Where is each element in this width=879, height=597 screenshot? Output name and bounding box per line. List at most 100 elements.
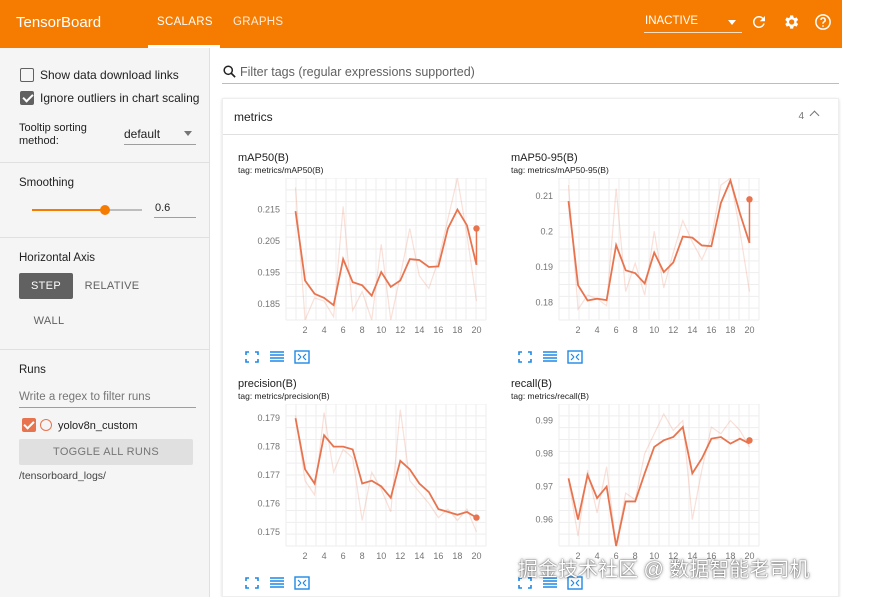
last-value-point	[473, 514, 480, 521]
y-tick-label: 0.176	[257, 498, 280, 508]
tooltip-sorting-label: Tooltip sorting	[19, 122, 87, 134]
fullscreen-icon[interactable]	[244, 576, 260, 590]
slider-knob[interactable]	[99, 205, 110, 215]
x-tick-label: 20	[744, 325, 754, 335]
log-scale-icon[interactable]	[542, 350, 558, 364]
x-tick-label: 8	[360, 551, 365, 561]
category-name: metrics	[234, 110, 273, 124]
x-tick-label: 18	[452, 325, 462, 335]
axis-step-button[interactable]: STEP	[19, 273, 73, 299]
category-count: 4	[798, 111, 804, 122]
sidebar-divider	[0, 349, 210, 350]
show-download-links-option[interactable]: Show data download links	[20, 68, 179, 82]
x-tick-label: 16	[433, 325, 443, 335]
tab-graphs[interactable]: GRAPHS	[233, 16, 283, 28]
x-tick-label: 2	[303, 551, 308, 561]
run-color-icon	[40, 419, 52, 431]
y-tick-label: 0.21	[535, 191, 553, 201]
y-tick-label: 0.2	[540, 226, 553, 236]
x-tick-label: 10	[649, 325, 659, 335]
chevron-down-icon	[184, 131, 192, 136]
smoothing-label: Smoothing	[19, 177, 74, 189]
x-tick-label: 18	[725, 325, 735, 335]
y-tick-label: 0.99	[535, 416, 553, 426]
chart-precision[interactable]: 0.179 0.178 0.177 0.176 0.175 2 4 6 8 10 12 14 16 18 2…	[238, 404, 498, 574]
data-location-select[interactable]: INACTIVE	[644, 12, 742, 33]
log-directory: /tensorboard_logs/	[19, 470, 106, 482]
x-tick-label: 14	[414, 551, 424, 561]
help-icon[interactable]	[814, 13, 832, 31]
y-tick-label: 0.97	[535, 482, 553, 492]
chart-recall[interactable]: 0.990.980.970.962 4 6 8 10 12 14 16 18 20	[511, 404, 771, 574]
chart-map50-95[interactable]: 0.21 0.2 0.19 0.18 2 4 6 8 10 12 14 16 18 20	[511, 178, 771, 348]
x-tick-label: 4	[322, 551, 327, 561]
chart-title: mAP50-95(B)	[511, 152, 578, 164]
chart-tag: tag: metrics/precision(B)	[238, 391, 330, 401]
gear-icon[interactable]	[782, 13, 800, 31]
x-tick-label: 16	[433, 551, 443, 561]
run-checkbox[interactable]	[22, 418, 36, 432]
chart-card-precision: precision(B) tag: metrics/precision(B) 0…	[238, 378, 498, 597]
toggle-all-runs-button[interactable]: TOGGLE ALL RUNS	[19, 439, 193, 465]
x-tick-label: 6	[341, 551, 346, 561]
smoothing-slider[interactable]	[32, 205, 142, 215]
y-tick-label: 0.19	[535, 262, 553, 272]
slider-fill	[32, 209, 105, 211]
fit-domain-icon[interactable]	[294, 576, 310, 590]
x-tick-label: 4	[322, 325, 327, 335]
ignore-outliers-checkbox[interactable]	[20, 91, 34, 105]
tag-filter-input[interactable]: Filter tags (regular expressions support…	[222, 62, 839, 84]
show-download-checkbox[interactable]	[20, 68, 34, 82]
chart-card-map50: mAP50(B) tag: metrics/mAP50(B) 0.215 0.20…	[238, 152, 498, 372]
chart-title: precision(B)	[238, 378, 297, 390]
ignore-outliers-option[interactable]: Ignore outliers in chart scaling	[20, 91, 210, 105]
x-tick-label: 6	[614, 325, 619, 335]
tooltip-sorting-value: default	[124, 127, 161, 141]
run-item[interactable]: yolov8n_custom	[22, 418, 138, 432]
x-tick-label: 12	[668, 325, 678, 335]
fullscreen-icon[interactable]	[517, 350, 533, 364]
fit-domain-icon[interactable]	[567, 350, 583, 364]
tag-filter-placeholder: Filter tags (regular expressions support…	[240, 65, 475, 79]
x-tick-label: 6	[341, 325, 346, 335]
y-tick-label: 0.178	[257, 442, 280, 452]
watermark: 掘金技术社区 @ 数据智能老司机	[518, 559, 810, 581]
tooltip-sorting-dropdown[interactable]: default	[124, 125, 196, 145]
x-tick-label: 18	[452, 551, 462, 561]
x-tick-label: 14	[414, 325, 424, 335]
chart-map50[interactable]: 0.215 0.205 0.195 0.185 2 4 6 8 10 12 14 16 18 20	[238, 178, 498, 348]
chart-title: mAP50(B)	[238, 152, 289, 164]
chart-card-map50-95: mAP50-95(B) tag: metrics/mAP50-95(B) 0.2…	[511, 152, 771, 372]
x-tick-label: 10	[376, 325, 386, 335]
run-state-label: INACTIVE	[645, 15, 699, 27]
run-name: yolov8n_custom	[58, 420, 138, 432]
y-tick-label: 0.98	[535, 449, 553, 459]
y-tick-label: 0.205	[257, 236, 280, 246]
log-scale-icon[interactable]	[269, 350, 285, 364]
ignore-outliers-label: Ignore outliers in chart scaling	[40, 91, 200, 105]
run-filter-input[interactable]: Write a regex to filter runs	[19, 388, 196, 408]
chevron-up-icon[interactable]	[809, 110, 820, 121]
y-tick-label: 0.195	[257, 268, 280, 278]
x-tick-label: 2	[576, 325, 581, 335]
log-scale-icon[interactable]	[269, 576, 285, 590]
x-tick-label: 4	[595, 325, 600, 335]
y-tick-label: 0.177	[257, 470, 280, 480]
chart-title: recall(B)	[511, 378, 552, 390]
fit-domain-icon[interactable]	[294, 350, 310, 364]
y-tick-label: 0.185	[257, 299, 280, 309]
x-tick-label: 8	[633, 325, 638, 335]
tab-scalars[interactable]: SCALARS	[157, 16, 213, 28]
axis-wall-button[interactable]: WALL	[22, 310, 76, 332]
category-header[interactable]: metrics 4	[223, 99, 838, 135]
smoothing-value-input[interactable]: 0.6	[154, 198, 196, 218]
fullscreen-icon[interactable]	[244, 350, 260, 364]
sidebar: Show data download links Ignore outliers…	[0, 48, 210, 597]
search-icon	[223, 65, 236, 78]
sidebar-divider	[0, 162, 210, 163]
refresh-icon[interactable]	[750, 13, 768, 31]
metrics-category-pane: metrics 4 mAP50(B) tag: metrics/mAP50(B)…	[222, 98, 839, 597]
horizontal-axis-label: Horizontal Axis	[19, 252, 96, 264]
axis-relative-button[interactable]: RELATIVE	[82, 273, 142, 299]
y-tick-label: 0.18	[535, 297, 553, 307]
